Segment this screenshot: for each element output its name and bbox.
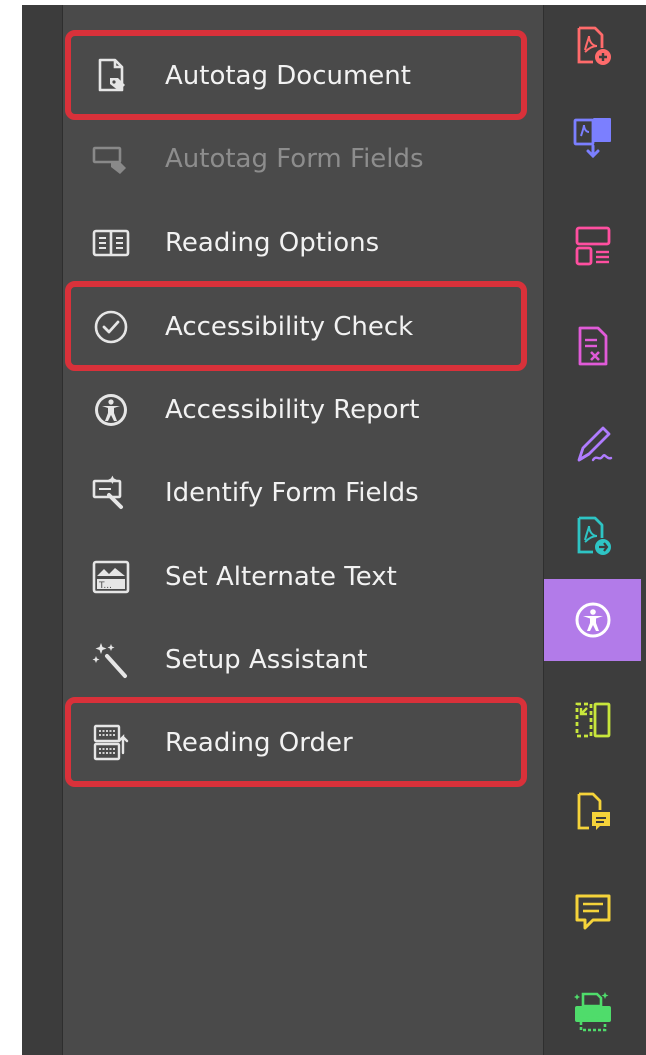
combine-files-icon — [573, 118, 611, 158]
compress-pdf-icon — [575, 702, 610, 738]
menu-item-label: Reading Options — [165, 228, 380, 258]
tool-create-pdf[interactable] — [544, 5, 641, 87]
menu-item-reading-options[interactable]: Reading Options — [63, 203, 531, 283]
identify-form-fields-icon — [91, 473, 131, 513]
accessibility-tool-icon — [575, 602, 610, 638]
tool-comment-document[interactable] — [544, 771, 641, 853]
fill-sign-icon — [577, 426, 612, 462]
tools-rail — [543, 5, 646, 1055]
menu-item-label: Autotag Form Fields — [165, 144, 424, 174]
tool-organize-pages[interactable] — [544, 205, 641, 287]
create-pdf-icon — [577, 26, 611, 65]
export-pdf-icon — [577, 516, 611, 555]
menu-item-label: Identify Form Fields — [165, 478, 419, 508]
tool-edit-pdf[interactable] — [544, 305, 641, 387]
menu-item-label: Accessibility Check — [165, 312, 414, 342]
menu-item-label: Autotag Document — [165, 61, 411, 91]
menu-item-identify-form-fields[interactable]: Identify Form Fields — [63, 453, 531, 533]
tool-export-pdf[interactable] — [544, 495, 641, 577]
organize-pages-icon — [575, 226, 610, 266]
menu-item-label: Setup Assistant — [165, 645, 368, 675]
edit-pdf-icon — [578, 326, 607, 366]
setup-assistant-icon — [91, 640, 131, 680]
menu-item-label: Set Alternate Text — [165, 562, 397, 592]
accessibility-report-icon — [91, 390, 131, 430]
print-production-icon — [573, 992, 611, 1032]
svg-text:T...: T... — [98, 581, 112, 591]
tool-combine-files[interactable] — [544, 95, 641, 177]
autotag-form-fields-icon — [91, 139, 131, 179]
menu-item-label: Reading Order — [165, 728, 353, 758]
comment-document-icon — [577, 792, 610, 830]
set-alternate-text-icon: T... — [91, 557, 131, 597]
menu-item-label: Accessibility Report — [165, 395, 420, 425]
app-window: Autotag Document Autotag Form Fields Rea… — [0, 0, 646, 1055]
left-navigation-strip — [22, 5, 63, 1055]
menu-item-accessibility-report[interactable]: Accessibility Report — [63, 370, 531, 450]
tool-comment[interactable] — [544, 871, 641, 953]
accessibility-check-icon — [91, 307, 131, 347]
reading-order-icon — [91, 723, 131, 763]
menu-item-set-alternate-text[interactable]: T... Set Alternate Text — [63, 537, 531, 617]
tool-print-production[interactable] — [544, 971, 641, 1053]
menu-item-autotag-form-fields[interactable]: Autotag Form Fields — [63, 119, 531, 199]
comment-icon — [575, 894, 610, 930]
tool-compress-pdf[interactable] — [544, 679, 641, 761]
menu-item-setup-assistant[interactable]: Setup Assistant — [63, 620, 531, 700]
menu-item-reading-order[interactable]: Reading Order — [63, 703, 531, 783]
tool-accessibility[interactable] — [544, 579, 641, 661]
autotag-document-icon — [91, 56, 131, 96]
reading-options-icon — [91, 223, 131, 263]
menu-item-accessibility-check[interactable]: Accessibility Check — [63, 287, 531, 367]
menu-item-autotag-document[interactable]: Autotag Document — [63, 36, 531, 116]
tool-fill-sign[interactable] — [544, 403, 641, 485]
